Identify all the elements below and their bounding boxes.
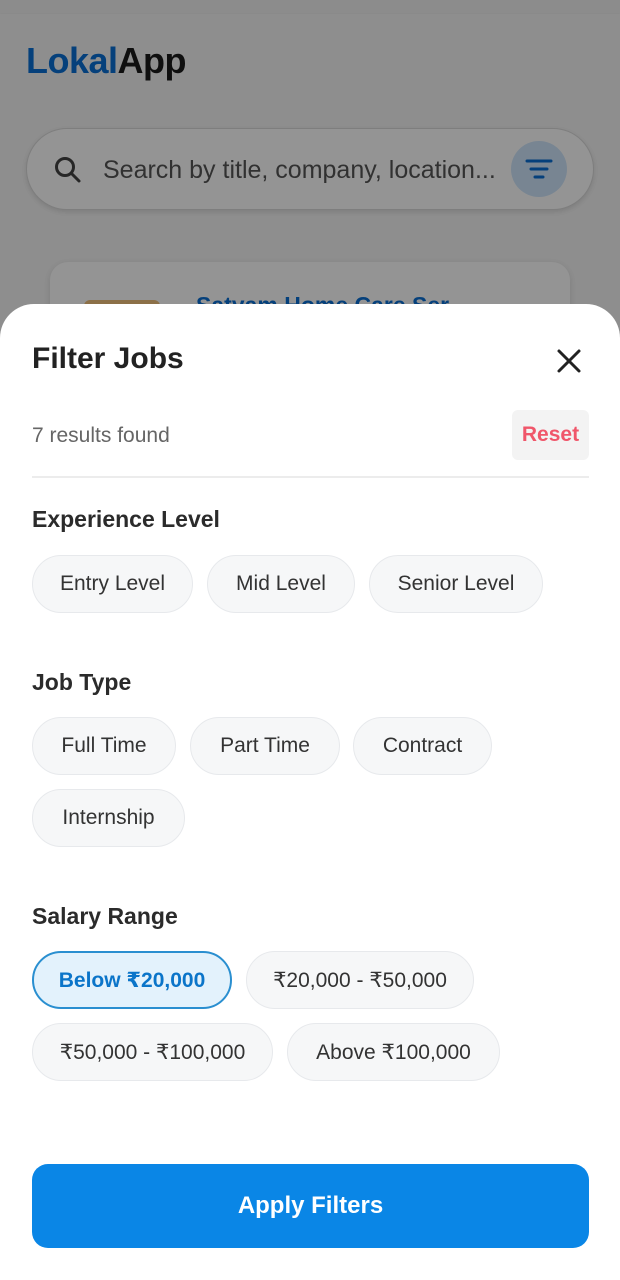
filter-sheet: Filter Jobs 7 results found Reset Experi… xyxy=(0,304,620,1280)
chip-salary-above-100000[interactable]: Above ₹100,000 xyxy=(287,1023,500,1081)
chip-mid-level[interactable]: Mid Level xyxy=(207,555,355,613)
chip-full-time[interactable]: Full Time xyxy=(32,717,176,775)
chip-salary-20000-50000[interactable]: ₹20,000 - ₹50,000 xyxy=(246,951,474,1009)
reset-button[interactable]: Reset xyxy=(512,410,589,460)
divider xyxy=(32,476,589,478)
section-title-experience: Experience Level xyxy=(32,506,220,532)
results-count: 7 results found xyxy=(32,424,170,447)
chip-contract[interactable]: Contract xyxy=(353,717,492,775)
sheet-title: Filter Jobs xyxy=(32,342,184,375)
chip-part-time[interactable]: Part Time xyxy=(190,717,340,775)
chip-salary-50000-100000[interactable]: ₹50,000 - ₹100,000 xyxy=(32,1023,273,1081)
chip-entry-level[interactable]: Entry Level xyxy=(32,555,193,613)
close-button[interactable] xyxy=(550,342,588,380)
close-icon xyxy=(557,349,581,373)
section-title-job-type: Job Type xyxy=(32,669,132,695)
chip-internship[interactable]: Internship xyxy=(32,789,185,847)
apply-filters-button[interactable]: Apply Filters xyxy=(32,1164,589,1248)
chip-salary-below-20000[interactable]: Below ₹20,000 xyxy=(32,951,232,1009)
section-title-salary: Salary Range xyxy=(32,903,178,929)
chip-senior-level[interactable]: Senior Level xyxy=(369,555,543,613)
